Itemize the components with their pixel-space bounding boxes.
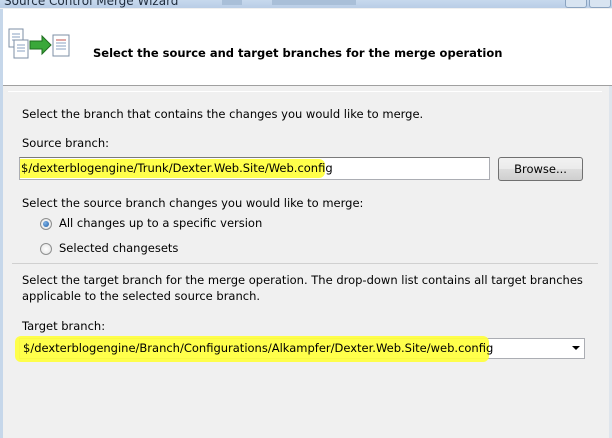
- browse-button[interactable]: Browse...: [498, 157, 583, 181]
- changes-prompt-text: Select the source branch changes you wou…: [22, 196, 364, 210]
- target-branch-value: $/dexterblogengine/Branch/Configurations…: [23, 341, 494, 355]
- radio-all-changes[interactable]: [40, 218, 52, 230]
- target-branch-label: Target branch:: [22, 319, 106, 333]
- source-branch-label: Source branch:: [22, 136, 110, 150]
- chevron-down-icon[interactable]: [572, 346, 580, 350]
- merge-wizard-icon: [8, 28, 70, 59]
- window-title: Source Control Merge Wizard: [4, 0, 179, 8]
- source-branch-value: $/dexterblogengine/Trunk/Dexter.Web.Site…: [21, 161, 333, 175]
- title-bar[interactable]: Source Control Merge Wizard: [0, 0, 612, 8]
- target-intro-line2: applicable to the selected source branch…: [22, 289, 261, 303]
- radio-selected-changesets-label[interactable]: Selected changesets: [59, 241, 178, 255]
- source-intro-text: Select the branch that contains the chan…: [22, 107, 424, 121]
- title-bar-blur: [272, 0, 356, 5]
- close-button[interactable]: [589, 0, 611, 8]
- radio-selected-dot: [43, 221, 49, 227]
- section-divider: [12, 263, 598, 264]
- page-title: Select the source and target branches fo…: [93, 46, 503, 60]
- target-intro-line1: Select the target branch for the merge o…: [22, 273, 583, 287]
- title-bar-blur: [222, 0, 242, 5]
- pane-top-line: [8, 91, 602, 92]
- wizard-header: Select the source and target branches fo…: [3, 9, 612, 86]
- radio-all-changes-label[interactable]: All changes up to a specific version: [59, 216, 262, 230]
- radio-selected-changesets[interactable]: [40, 243, 52, 255]
- minimize-button[interactable]: [565, 0, 587, 8]
- source-branch-input[interactable]: $/dexterblogengine/Trunk/Dexter.Web.Site…: [19, 157, 490, 180]
- target-branch-dropdown[interactable]: $/dexterblogengine/Branch/Configurations…: [15, 336, 585, 362]
